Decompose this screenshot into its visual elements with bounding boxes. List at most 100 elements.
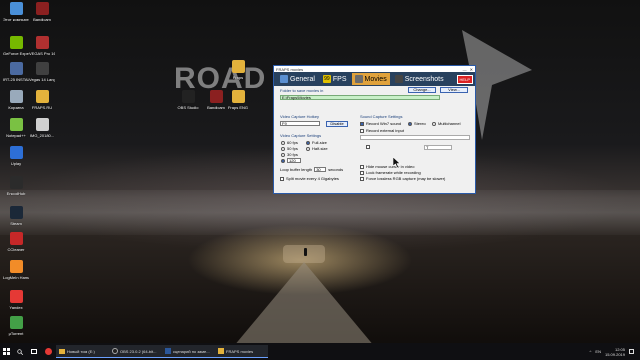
word-icon [165,348,171,354]
start-button[interactable] [0,345,14,358]
app-icon [9,206,23,219]
desktop-icon-label: VEGAS Pro 16.0 [29,51,55,56]
desktop-icon[interactable]: Fraps ENG [225,90,251,110]
record-external-option[interactable]: Record external input [360,128,404,133]
app-icon [9,36,23,49]
desktop-icon-label: IRT-25 INSTALL [3,77,29,82]
desktop-icon[interactable]: Корзина [3,90,29,110]
change-folder-button[interactable]: Change... [408,87,436,93]
desktop-icon-label: OBS Studio [177,105,199,110]
desktop-icon[interactable]: CCleaner [3,232,29,252]
folder-path-field[interactable]: E:\Fraps\Movies [280,95,440,100]
windows-icon [3,348,10,355]
record-sound-option[interactable]: Record Win7 sound [360,121,401,126]
taskbar-app-obs[interactable]: OBS 23.0.2 (64-bit... [109,345,162,358]
full-size-option[interactable]: Full-size [306,140,327,145]
desktop-icon[interactable]: Vegas 14 Langua... [29,62,55,82]
hide-cursor-option[interactable]: Hide mouse cursor in video [360,164,414,169]
taskbar-app-word[interactable]: сценарий по заме... [162,345,215,358]
app-icon [9,316,23,329]
fps-50-option[interactable]: 50 fps [281,146,298,151]
split-movie-option[interactable]: Split movie every 4 Gigabytes [280,176,339,181]
desktop-icon[interactable]: GeForce Experience [3,36,29,56]
tab-general[interactable]: General [277,73,318,85]
desktop-icon[interactable]: Steam [3,206,29,226]
desktop-icon[interactable]: EncodHub [3,176,29,196]
task-view-button[interactable] [28,345,42,358]
search-icon [17,348,23,355]
language-indicator[interactable]: EN [595,349,601,354]
yandex-taskbar-button[interactable] [42,345,56,358]
desktop-icon-label: Uplay [10,161,22,166]
lock-framerate-option[interactable]: Lock framerate while recording [360,170,421,175]
desktop-icon[interactable]: LogMeIn Hamachi [3,260,29,280]
fps-custom-option[interactable]: 120 [281,158,301,163]
search-button[interactable] [14,345,28,358]
disable-hotkey-button[interactable]: Disable [326,121,348,127]
desktop-icon-label: GeForce Experience [3,51,29,56]
app-icon [9,260,23,273]
wallpaper-road [235,262,373,344]
taskbar-app-fraps[interactable]: FRAPS movies [215,345,268,358]
fps-icon: 99 [322,75,331,83]
half-size-option[interactable]: Half-size [306,146,328,151]
tab-fps[interactable]: 99 FPS [320,73,350,85]
video-settings-label: Video Capture Settings [280,133,322,138]
fps-60-option[interactable]: 60 fps [281,140,298,145]
desktop-icon[interactable]: μTorrent [3,316,29,336]
push-to-talk-option[interactable] [366,145,370,149]
app-icon [231,90,245,103]
custom-fps-field[interactable]: 120 [287,158,301,163]
fraps-window[interactable]: FRAPS movies — ✕ General 99 FPS Movies S… [273,65,476,194]
desktop-icon[interactable]: FRAPS.RU [29,90,55,110]
help-button[interactable]: HELP [456,74,473,84]
folder-icon [59,348,65,354]
view-folder-button[interactable]: View... [440,87,468,93]
desktop-icon-label: Bandicam [33,17,51,22]
desktop-icon[interactable]: Uplay [3,146,29,166]
close-button[interactable]: ✕ [470,67,473,72]
general-icon [280,75,288,83]
desktop-icon[interactable]: Yandex [3,290,29,310]
desktop-icon[interactable]: Fraps [225,60,251,80]
desktop-icon[interactable]: VEGAS Pro 16.0 [29,36,55,56]
desktop-icon-label: Yandex [9,305,23,310]
movies-icon [354,75,363,83]
desktop-icon[interactable]: Notepad++ [3,118,29,138]
desktop-icon[interactable]: Этот компьютер [3,2,29,22]
loop-buffer-field[interactable]: 30 [314,167,327,172]
external-input-field[interactable] [360,135,470,140]
fps-30-option[interactable]: 30 fps [281,152,298,157]
tab-screenshots[interactable]: Screenshots [392,73,447,85]
force-lossless-option[interactable]: Force lossless RGB capture (may be slowe… [360,176,445,181]
desktop-icon[interactable]: IRT-25 INSTALL [3,62,29,82]
stereo-option[interactable]: Stereo [408,121,426,126]
minimize-button[interactable]: — [463,67,467,72]
desktop-icon[interactable]: IMG_20180... [29,118,55,138]
desktop-icon[interactable]: OBS Studio [175,90,201,110]
app-icon [9,2,23,15]
push-to-talk-key-field[interactable]: T [424,145,452,150]
clock[interactable]: 12:05 15.09.2019 [605,347,625,357]
mouse-cursor-icon [393,157,401,168]
loop-buffer-row: Loop buffer length 30 seconds [280,167,344,172]
sound-settings-label: Sound Capture Settings [360,114,403,119]
desktop-icon-label: μTorrent [8,331,24,336]
app-icon [9,90,23,103]
app-icon [9,62,23,75]
taskbar-app-explorer[interactable]: Новый том (E:) [56,345,109,358]
tray-chevron-icon[interactable]: ^ [590,349,592,354]
fraps-title: FRAPS movies [276,66,304,72]
notifications-icon[interactable] [629,349,634,354]
desktop-icon-label: FRAPS.RU [31,105,53,110]
desktop-icon[interactable]: Bandicam [29,2,55,22]
desktop-icon-label: Fraps ENG [227,105,248,110]
screenshots-icon [394,75,403,83]
app-icon [9,232,23,245]
taskbar: Новый том (E:) OBS 23.0.2 (64-bit... сце… [0,343,640,360]
app-icon [9,118,23,131]
hotkey-field[interactable]: F9 [280,121,320,126]
multichannel-option[interactable]: Multichannel [432,121,460,126]
tab-movies[interactable]: Movies [351,73,390,85]
desktop-icon-label: Vegas 14 Langua... [29,77,55,82]
